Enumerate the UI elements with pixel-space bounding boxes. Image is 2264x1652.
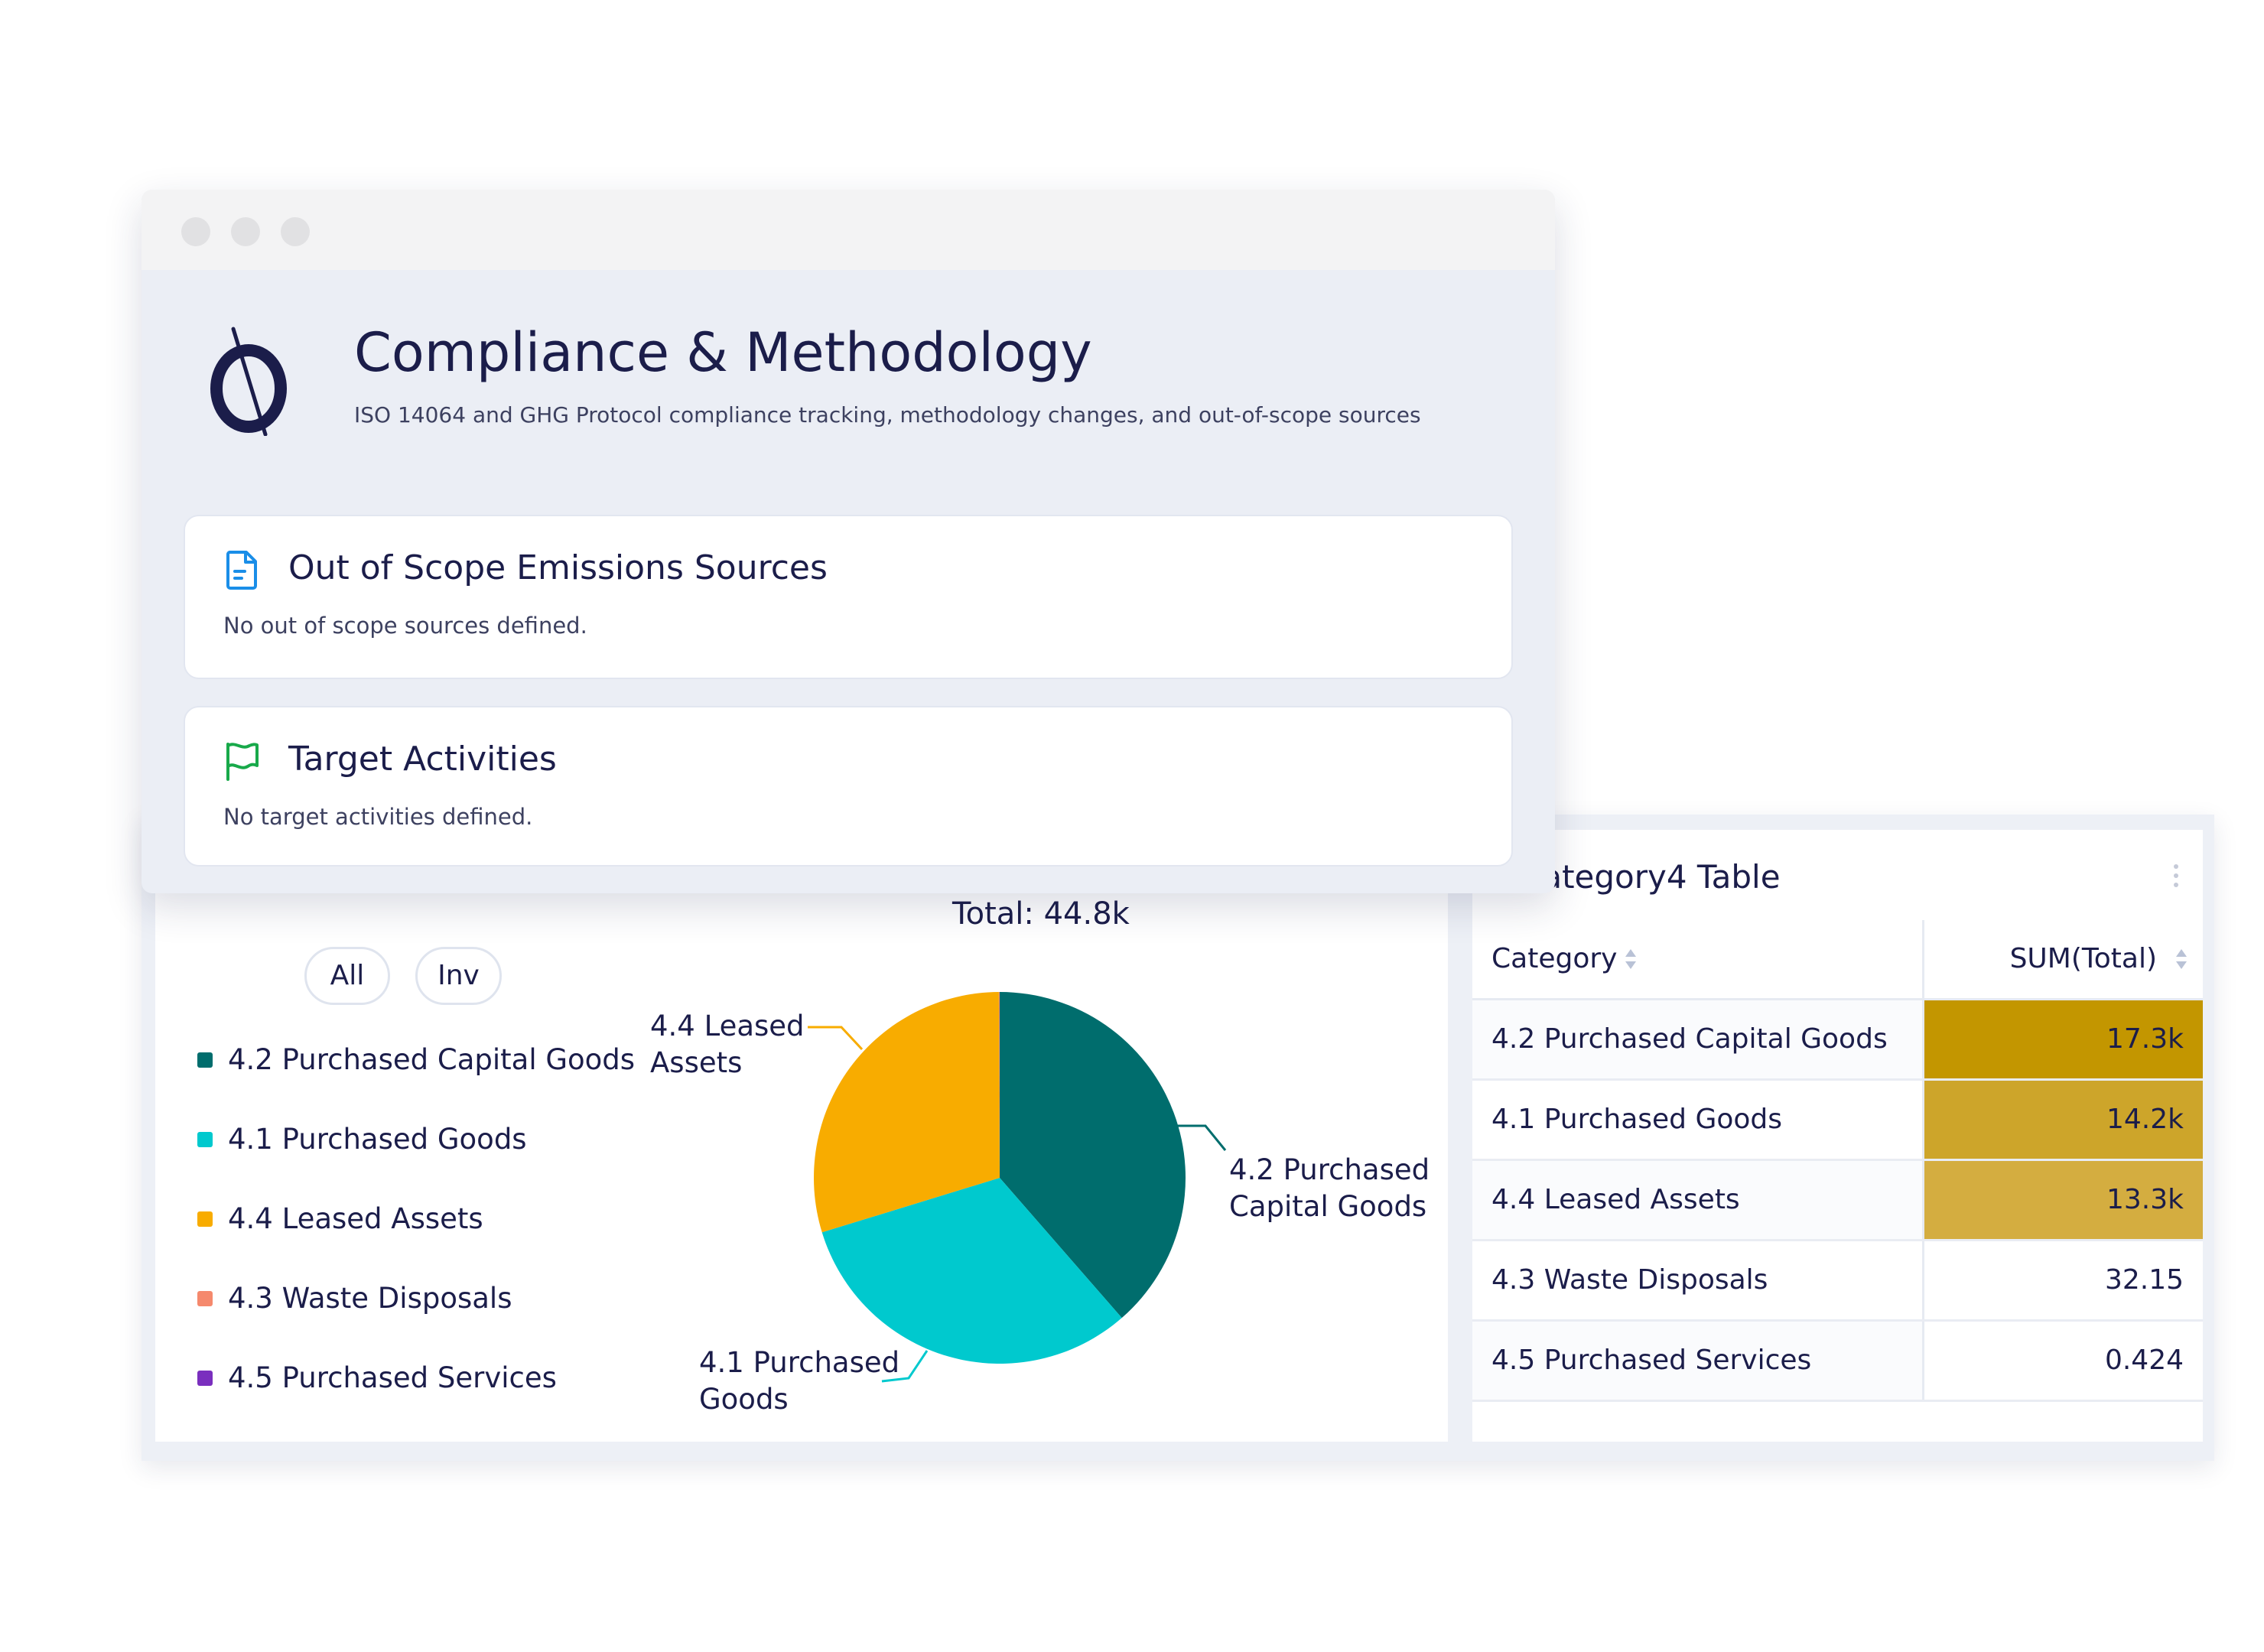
cell-category: 4.2 Purchased Capital Goods [1472, 1000, 1922, 1078]
category-table: Category SUM(Total) 4.2 Purchased Capita… [1472, 920, 2203, 1402]
table-title: Category4 Table [1520, 858, 1781, 896]
cell-sum-total: 17.3k [1924, 1000, 2203, 1078]
slice-label-goods: 4.1 Purchased Goods [699, 1346, 900, 1416]
cell-category: 4.3 Waste Disposals [1491, 1264, 1768, 1296]
table-row[interactable]: 4.3 Waste Disposals 32.15 [1472, 1241, 2203, 1322]
cell-category: 4.1 Purchased Goods [1491, 1104, 1783, 1135]
target-activities-card: Target Activities No target activities d… [184, 706, 1513, 867]
leader-line-leased [808, 1026, 864, 1051]
page-title: Compliance & Methodology [354, 321, 1092, 384]
sort-icon[interactable] [2176, 949, 2187, 972]
window-titlebar [142, 190, 1555, 270]
card-text: No target activities defined. [223, 804, 533, 830]
slice-label-capital: 4.2 Purchased Capital Goods [1229, 1153, 1430, 1223]
cell-sum-total: 13.3k [1924, 1161, 2203, 1239]
column-header-label: Category [1491, 943, 1618, 974]
column-header-category[interactable]: Category [1491, 920, 1617, 998]
table-header: Category SUM(Total) [1472, 920, 2203, 1000]
table-row[interactable]: 4.5 Purchased Services 0.424 [1472, 1322, 2203, 1402]
column-header-label: SUM(Total) [2009, 943, 2157, 974]
out-of-scope-card: Out of Scope Emissions Sources No out of… [184, 515, 1513, 679]
card-text: No out of scope sources defined. [223, 613, 587, 639]
cell-sum-total: 32.15 [1924, 1241, 2203, 1319]
cell-sum-total: 14.2k [1924, 1081, 2203, 1159]
sort-icon[interactable] [1625, 949, 1636, 972]
cell-category: 4.5 Purchased Services [1472, 1322, 1922, 1400]
brand-logo-icon [210, 327, 287, 436]
more-options-icon[interactable] [2172, 864, 2180, 895]
column-header-sum-total[interactable]: SUM(Total) [2010, 920, 2157, 998]
table-row[interactable]: 4.2 Purchased Capital Goods 17.3k [1472, 1000, 2203, 1081]
cell-category: 4.4 Leased Assets [1472, 1161, 1922, 1239]
card-title: Target Activities [288, 740, 557, 779]
slice-label-leased: 4.4 Leased Assets [650, 1010, 805, 1079]
window-minimize-dot[interactable] [231, 217, 260, 246]
document-icon [226, 551, 257, 590]
table-row[interactable]: 4.1 Purchased Goods 14.2k [1472, 1081, 2203, 1161]
cell-sum-total: 0.424 [1924, 1322, 2203, 1400]
flag-icon [226, 743, 259, 781]
window-close-dot[interactable] [181, 217, 210, 246]
compliance-window: Compliance & Methodology ISO 14064 and G… [142, 190, 1555, 893]
card-title: Out of Scope Emissions Sources [288, 548, 828, 587]
window-maximize-dot[interactable] [281, 217, 310, 246]
category-table-panel: Category4 Table Category SUM(Total) 4.2 … [1472, 830, 2203, 1442]
page-subtitle: ISO 14064 and GHG Protocol compliance tr… [354, 402, 1421, 428]
table-row[interactable]: 4.4 Leased Assets 13.3k [1472, 1161, 2203, 1241]
